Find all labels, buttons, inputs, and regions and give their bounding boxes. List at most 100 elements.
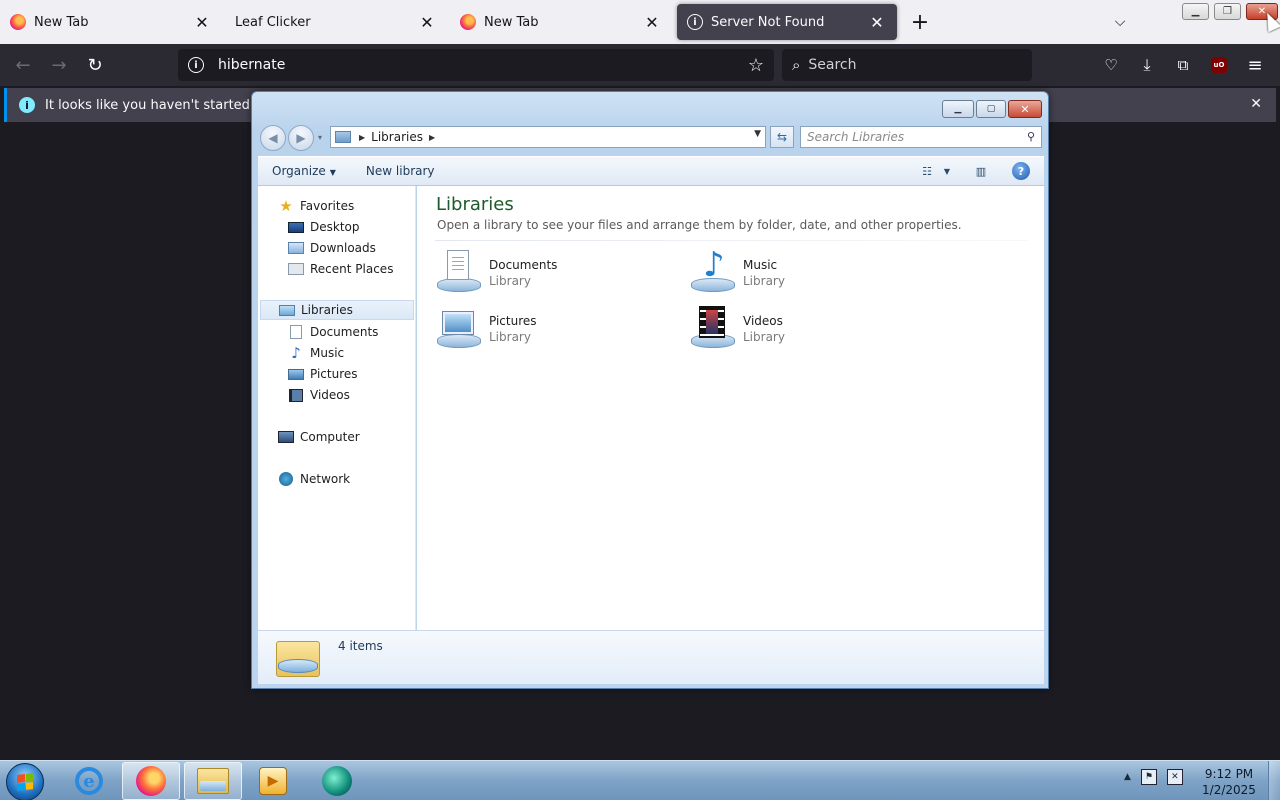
tab-title: Server Not Found [711, 14, 825, 30]
nav-desktop[interactable]: Desktop [288, 217, 360, 237]
nav-recent-places[interactable]: Recent Places [288, 259, 393, 279]
breadcrumb-libraries[interactable]: Libraries [371, 130, 423, 144]
tab-title: New Tab [34, 14, 89, 30]
speaker-muted-icon[interactable]: ✕ [1166, 769, 1183, 785]
url-text[interactable]: hibernate [218, 57, 748, 73]
organize-button[interactable]: Organize ▼ [258, 164, 350, 178]
help-icon[interactable]: ? [1012, 162, 1030, 180]
search-libraries-input[interactable]: Search Libraries ⚲ [800, 126, 1042, 148]
library-documents[interactable]: Documents Library [435, 248, 675, 298]
nav-downloads[interactable]: Downloads [288, 238, 376, 258]
site-info-icon[interactable]: i [188, 57, 204, 73]
info-icon: i [687, 14, 703, 30]
library-music[interactable]: ♪ Music Library [689, 248, 929, 298]
address-bar[interactable]: ▶ Libraries ▶ ▼ [330, 126, 766, 148]
maximize-button[interactable]: ▢ [976, 100, 1006, 118]
search-icon: ⚲ [1026, 130, 1035, 143]
recent-pages-chevron-icon[interactable]: ▾ [318, 133, 322, 142]
taskbar-media-player[interactable]: ▶ [244, 762, 302, 800]
forward-button[interactable]: → [44, 50, 74, 80]
tab-leaf-clicker[interactable]: Leaf Clicker ✕ [225, 4, 447, 40]
new-library-button[interactable]: New library [350, 164, 449, 178]
preview-pane-icon[interactable]: ▥ [972, 163, 990, 179]
show-desktop-button[interactable] [1268, 761, 1280, 800]
content-pane: Libraries Open a library to see your fil… [417, 186, 1044, 630]
list-all-tabs-button[interactable]: ⌵ [1106, 8, 1134, 36]
change-view-icon[interactable]: ☷ [918, 163, 936, 179]
view-options-chevron-icon[interactable]: ▼ [938, 163, 956, 179]
bookmark-star-icon[interactable]: ☆ [748, 55, 764, 76]
info-icon: i [19, 97, 35, 113]
library-videos[interactable]: Videos Library [689, 304, 929, 354]
tab-new-tab-1[interactable]: New Tab ✕ [0, 4, 222, 40]
nav-network[interactable]: Network [278, 469, 350, 489]
tab-new-tab-2[interactable]: New Tab ✕ [450, 4, 672, 40]
url-bar[interactable]: i hibernate ☆ [178, 49, 774, 81]
tab-title: New Tab [484, 14, 539, 30]
item-count: 4 items [338, 639, 383, 653]
close-icon[interactable]: ✕ [867, 12, 887, 32]
ublock-origin-icon[interactable]: uO [1204, 50, 1234, 80]
close-notification-icon[interactable]: ✕ [1250, 96, 1262, 112]
nav-libraries[interactable]: Libraries [260, 300, 414, 320]
nav-documents[interactable]: Documents [288, 322, 378, 342]
page-subtitle: Open a library to see your files and arr… [437, 218, 962, 232]
downloads-icon[interactable]: ⤓ [1132, 50, 1162, 80]
folder-icon [197, 768, 229, 794]
tab-title: Leaf Clicker [235, 14, 311, 30]
search-icon: ⌕ [792, 56, 801, 74]
restore-button[interactable]: ❐ [1214, 3, 1241, 20]
reload-button[interactable]: ↻ [80, 50, 110, 80]
new-tab-button[interactable]: + [906, 8, 934, 36]
show-hidden-icons-icon[interactable]: ▲ [1124, 772, 1131, 782]
back-button[interactable]: ◀ [260, 125, 286, 151]
taskbar-firefox[interactable] [122, 762, 180, 800]
clock[interactable]: 9:12 PM 1/2/2025 [1196, 766, 1262, 798]
close-icon[interactable]: ✕ [642, 12, 662, 32]
nav-favorites[interactable]: ★ Favorites [278, 196, 354, 216]
nav-music[interactable]: ♪ Music [288, 343, 344, 363]
taskbar-windows-explorer[interactable] [184, 762, 242, 800]
nav-computer[interactable]: Computer [278, 427, 360, 447]
search-placeholder: Search [808, 57, 857, 73]
nav-pictures[interactable]: Pictures [288, 364, 358, 384]
recent-places-icon [288, 263, 304, 275]
music-note-icon: ♪ [291, 344, 301, 362]
chevron-down-icon[interactable]: ▼ [754, 129, 761, 139]
minimize-button[interactable]: ▁ [942, 100, 974, 118]
taskbar-app[interactable] [308, 762, 366, 800]
page-title: Libraries [436, 194, 514, 215]
start-button[interactable] [6, 763, 44, 800]
tab-server-not-found[interactable]: i Server Not Found ✕ [677, 4, 897, 40]
library-pictures[interactable]: Pictures Library [435, 304, 675, 354]
close-icon[interactable]: ✕ [192, 12, 212, 32]
computer-icon [278, 431, 294, 443]
back-button[interactable]: ← [8, 50, 38, 80]
close-button[interactable]: ✕ [1008, 100, 1042, 118]
firefox-icon [460, 14, 476, 30]
command-bar: Organize ▼ New library ☷ ▼ ▥ ? [258, 156, 1044, 186]
minimize-button[interactable]: ▁ [1182, 3, 1209, 20]
pictures-icon [288, 368, 304, 380]
search-placeholder: Search Libraries [807, 130, 905, 144]
nav-videos[interactable]: Videos [288, 385, 350, 405]
star-icon: ★ [279, 197, 293, 215]
refresh-button[interactable]: ⇆ [770, 126, 794, 148]
menu-icon[interactable]: ≡ [1240, 50, 1270, 80]
breadcrumb-arrow-icon[interactable]: ▶ [429, 133, 435, 142]
windows-logo-icon [17, 773, 33, 791]
libraries-icon [279, 304, 295, 316]
forward-button[interactable]: ▶ [288, 125, 314, 151]
film-strip-icon [289, 388, 303, 402]
close-icon[interactable]: ✕ [417, 12, 437, 32]
action-center-icon[interactable]: ⚑ [1140, 769, 1157, 785]
breadcrumb-arrow-icon[interactable]: ▶ [359, 133, 365, 142]
pocket-icon[interactable]: ♡ [1096, 50, 1126, 80]
taskbar-internet-explorer[interactable]: e [60, 762, 118, 800]
tab-strip: New Tab ✕ Leaf Clicker ✕ New Tab ✕ i Ser… [0, 0, 1280, 44]
details-pane: 4 items [258, 630, 1044, 684]
search-input[interactable]: ⌕ Search [782, 49, 1032, 81]
divider [435, 240, 1029, 241]
videos-library-icon [689, 304, 737, 352]
extensions-icon[interactable]: ⧉ [1168, 50, 1198, 80]
